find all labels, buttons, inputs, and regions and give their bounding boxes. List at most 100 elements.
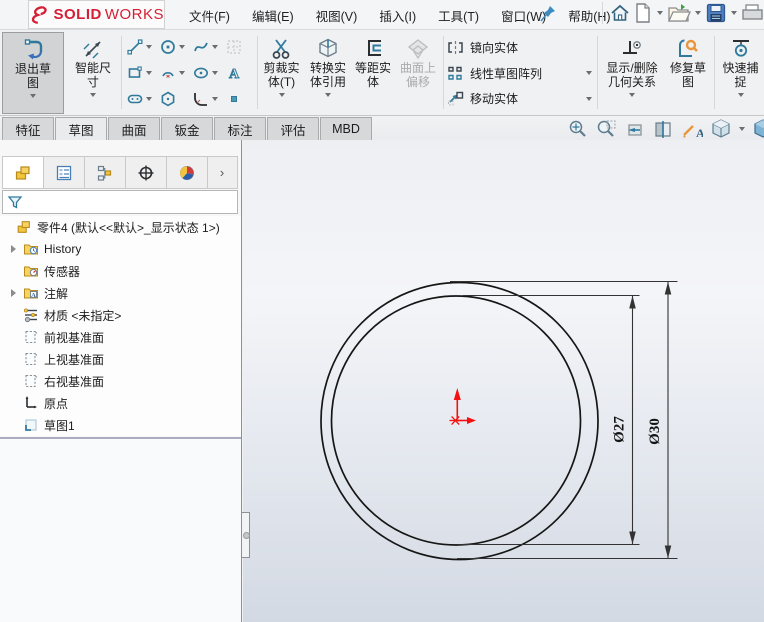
convert-entities-button[interactable]: 转换实体引用 [305, 32, 351, 114]
smart-dimension-button[interactable]: 智能尺寸 [67, 32, 119, 114]
display-delete-relations-button[interactable]: 显示/删除几何关系 [601, 32, 663, 114]
line-dropdown-icon[interactable] [146, 45, 152, 49]
ellipse-tool[interactable] [190, 60, 223, 86]
tab-sheet-metal[interactable]: 钣金 [161, 117, 213, 140]
relations-dropdown-icon[interactable] [629, 93, 635, 97]
tree-item-annotations[interactable]: A 注解 [0, 282, 241, 304]
menu-view[interactable]: 视图(V) [305, 1, 369, 30]
circle-dropdown-icon[interactable] [179, 45, 185, 49]
origin-marker[interactable] [449, 388, 477, 426]
convert-dropdown-icon[interactable] [325, 93, 331, 97]
quick-snaps-button[interactable]: 快速捕捉 [718, 32, 763, 114]
tree-item-right-plane[interactable]: 右视基准面 [0, 370, 241, 392]
panel-splitter-handle[interactable] [242, 512, 250, 558]
tab-mbd[interactable]: MBD [320, 117, 372, 140]
tree-root-label: 零件4 (默认<<默认>_显示状态 1>) [37, 220, 220, 235]
tab-property-manager[interactable] [44, 157, 85, 188]
mirror-entities-button[interactable]: 镜向实体 [447, 35, 595, 61]
dimension-d27[interactable]: Ø27 [458, 294, 640, 546]
repair-sketch-button[interactable]: 修复草图 [665, 32, 711, 114]
linear-pattern-dropdown-icon[interactable] [586, 71, 592, 76]
move-entities-dropdown-icon[interactable] [586, 96, 592, 101]
tree-root-part[interactable]: 零件4 (默认<<默认>_显示状态 1>) [0, 216, 241, 238]
panel-tabs-overflow-chevron[interactable]: › [208, 157, 236, 188]
circle-tool[interactable] [157, 34, 190, 60]
trim-dropdown-icon[interactable] [278, 93, 285, 97]
spline-tool[interactable] [190, 34, 223, 60]
tree-item-history[interactable]: History [0, 238, 241, 260]
tab-configuration-manager[interactable] [85, 157, 126, 188]
repair-sketch-label: 修复草图 [669, 61, 706, 89]
spline-icon [194, 42, 208, 52]
view-orientation-cube-icon[interactable] [710, 118, 732, 140]
tree-filter-box[interactable] [2, 190, 238, 214]
new-document-icon[interactable] [633, 2, 653, 24]
home-icon[interactable] [609, 2, 631, 24]
rectangle-dropdown-icon[interactable] [146, 71, 152, 75]
offset-entities-button[interactable]: 等距实体 [352, 32, 394, 114]
quick-snaps-dropdown-icon[interactable] [737, 93, 744, 97]
fillet-tool[interactable] [190, 86, 223, 112]
slot-dropdown-icon[interactable] [146, 97, 152, 101]
tree-item-front-plane[interactable]: 前视基准面 [0, 326, 241, 348]
section-view-icon[interactable] [652, 119, 674, 140]
slot-tool[interactable] [124, 86, 157, 112]
trim-entities-button[interactable]: 剪裁实体(T) [259, 32, 304, 114]
tree-item-origin[interactable]: 原点 [0, 392, 241, 414]
zoom-to-area-icon[interactable] [595, 119, 616, 140]
previous-view-icon[interactable] [623, 119, 645, 140]
save-dropdown-icon[interactable] [731, 11, 737, 15]
polygon-tool[interactable] [157, 86, 190, 112]
expander-icon[interactable] [10, 289, 16, 297]
linear-pattern-button[interactable]: 线性草图阵列 [447, 61, 595, 87]
fillet-dropdown-icon[interactable] [212, 97, 218, 101]
plane-icon [25, 374, 38, 388]
menu-edit[interactable]: 编辑(E) [241, 1, 305, 30]
print-icon-partial[interactable] [741, 2, 763, 24]
smart-dimension-dropdown-icon[interactable] [90, 93, 96, 97]
linear-pattern-label: 线性草图阵列 [470, 66, 543, 81]
save-icon[interactable] [705, 2, 727, 24]
open-dropdown-icon[interactable] [695, 11, 701, 15]
tree-item-top-plane[interactable]: 上视基准面 [0, 348, 241, 370]
spline-dropdown-icon[interactable] [212, 45, 218, 49]
text-tool[interactable]: A [223, 60, 256, 86]
tab-sketch[interactable]: 草图 [55, 117, 107, 140]
line-tool[interactable] [124, 34, 157, 60]
rectangle-tool[interactable] [124, 60, 157, 86]
tree-item-sketch1[interactable]: 草图1 [0, 414, 241, 436]
dimension-d30[interactable]: Ø30 [450, 280, 678, 560]
display-delete-relations-icon [620, 35, 644, 62]
open-folder-icon[interactable] [667, 2, 691, 24]
tab-featuremanager-tree[interactable] [3, 157, 44, 188]
exit-sketch-button[interactable]: 退出草图 [2, 32, 64, 114]
trim-entities-label: 剪裁实体(T) [263, 61, 300, 89]
new-document-dropdown-icon[interactable] [657, 11, 663, 15]
hide-show-items-icon[interactable]: A [681, 119, 703, 140]
zoom-to-fit-icon[interactable] [567, 119, 588, 140]
expander-icon[interactable] [10, 245, 16, 253]
tab-appearances[interactable] [167, 157, 208, 188]
slot-icon [127, 94, 143, 104]
tab-markup[interactable]: 标注 [214, 117, 266, 140]
tree-item-sensors[interactable]: 传感器 [0, 260, 241, 282]
exit-sketch-dropdown-icon[interactable] [30, 94, 36, 98]
origin-icon [25, 396, 37, 409]
tab-dimxpert-manager[interactable] [126, 157, 167, 188]
tree-item-material[interactable]: 材质 <未指定> [0, 304, 241, 326]
pin-menu-icon[interactable] [540, 5, 556, 23]
tab-evaluate[interactable]: 评估 [267, 117, 319, 140]
graphics-area[interactable]: Ø27 Ø30 [243, 140, 764, 622]
menu-file[interactable]: 文件(F) [178, 1, 241, 30]
menu-insert[interactable]: 插入(I) [368, 1, 427, 30]
display-style-icon[interactable] [752, 118, 764, 140]
tab-surfaces[interactable]: 曲面 [108, 117, 160, 140]
arc-tool[interactable] [157, 60, 190, 86]
menu-tools[interactable]: 工具(T) [427, 1, 490, 30]
tab-features[interactable]: 特征 [2, 117, 54, 140]
view-orientation-dropdown-icon[interactable] [739, 127, 745, 131]
move-entities-button[interactable]: 移动实体 [447, 86, 595, 112]
arc-dropdown-icon[interactable] [179, 71, 185, 75]
point-tool[interactable] [223, 86, 256, 112]
ellipse-dropdown-icon[interactable] [212, 71, 218, 75]
